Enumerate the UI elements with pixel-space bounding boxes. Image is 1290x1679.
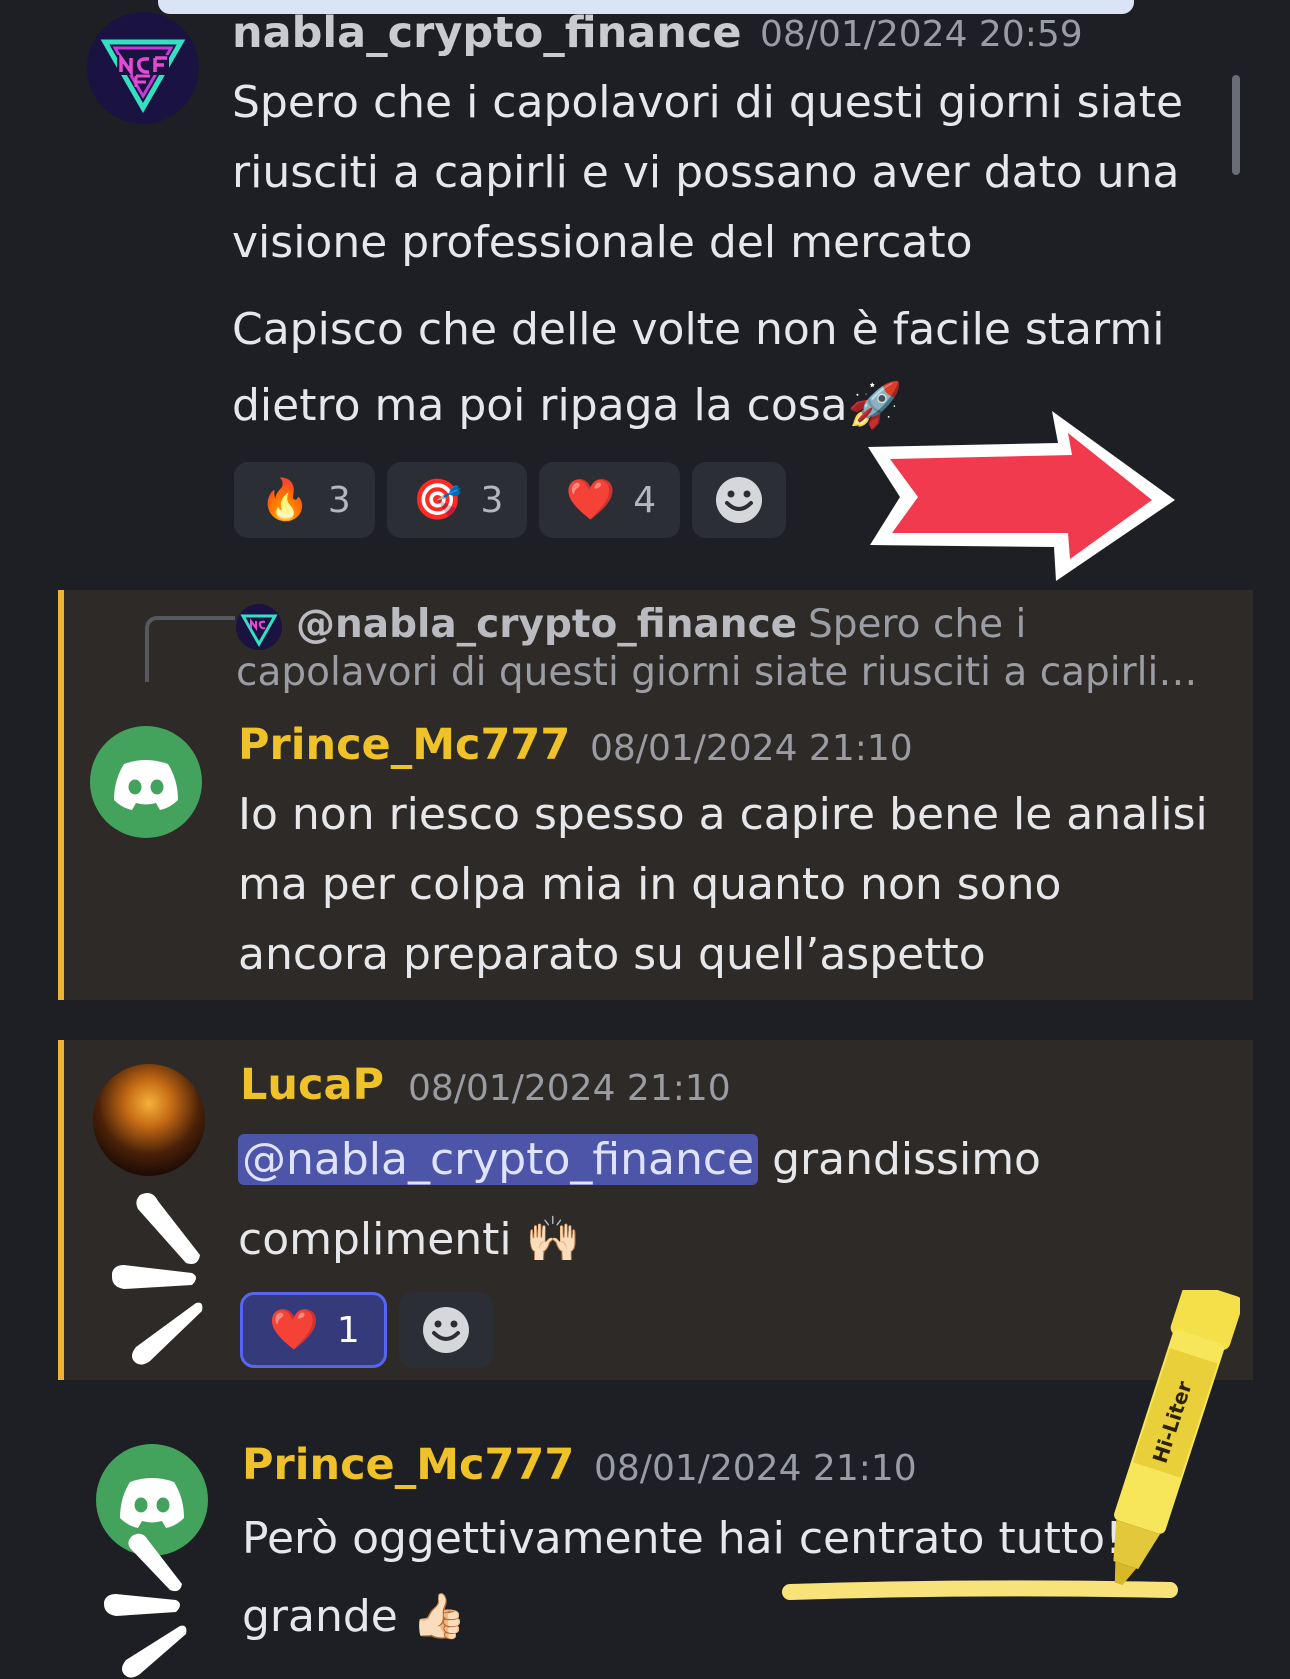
reaction-target[interactable]: 🎯 3 [386, 462, 528, 538]
reply-preview-2[interactable]: capolavori di questi giorni siate riusci… [236, 650, 1197, 695]
message-text: Spero che i capolavori di questi giorni … [232, 68, 1183, 278]
message-nabla-1: nabla_crypto_finance 08/01/2024 20:59 Sp… [0, 0, 1290, 581]
reply-avatar [236, 604, 282, 650]
reaction-fire[interactable]: 🔥 3 [234, 462, 375, 538]
fire-icon: 🔥 [260, 477, 310, 523]
reactions-row: ❤️ 1 [240, 1292, 493, 1368]
reaction-count: 3 [480, 479, 504, 521]
message-line: Spero che i capolavori di questi giorni … [232, 77, 1184, 128]
message-line: ma per colpa mia in quanto non sono [238, 859, 1062, 910]
target-icon: 🎯 [412, 477, 463, 523]
sparkle-lines-sticker [112, 1193, 203, 1365]
reaction-heart-selected[interactable]: ❤️ 1 [240, 1292, 387, 1368]
add-reaction-button[interactable] [398, 1292, 493, 1368]
message-line: complimenti 🙌🏻 [238, 1214, 581, 1265]
add-reaction-button[interactable] [692, 462, 787, 538]
author-name[interactable]: Prince_Mc777 [238, 720, 570, 770]
timestamp: 08/01/2024 21:10 [408, 1068, 731, 1109]
sparkle-lines-sticker [104, 1533, 187, 1678]
avatar-prince[interactable] [90, 726, 202, 838]
message-line: ancora preparato su quell’aspetto [238, 929, 986, 980]
author-name[interactable]: LucaP [240, 1060, 384, 1110]
reactions-row: 🔥 3 🎯 3 ❤️ 4 [234, 462, 787, 538]
message-prince-reply: @nabla_crypto_finance Spero che i capola… [58, 590, 1253, 1000]
discord-logo-icon [114, 760, 178, 810]
reaction-count: 3 [327, 479, 351, 521]
message-text: @nabla_crypto_finance grandissimo compli… [238, 1120, 1041, 1280]
author-name[interactable]: Prince_Mc777 [242, 1440, 574, 1490]
reply-author[interactable]: @nabla_crypto_finance [296, 602, 797, 647]
message-line: @nabla_crypto_finance grandissimo [238, 1120, 1041, 1200]
reaction-count: 4 [633, 479, 657, 521]
ncf-logo [87, 12, 199, 124]
message-text: Io non riesco spesso a capire bene le an… [238, 780, 1208, 990]
mention-highlight-bar [58, 590, 64, 1000]
heart-icon: ❤️ [565, 477, 616, 523]
smiley-add-reaction-icon [716, 477, 763, 523]
message-line: Capisco che delle volte non è facile sta… [232, 304, 1165, 355]
mention-nabla[interactable]: @nabla_crypto_finance [238, 1134, 759, 1185]
reply-preview-1[interactable]: Spero che i [808, 602, 1026, 647]
message-line: Io non riesco spesso a capire bene le an… [238, 789, 1208, 840]
highlighter-sticker: Hi-Liter [782, 1290, 1240, 1600]
ncf-logo [236, 604, 282, 650]
reaction-heart[interactable]: ❤️ 4 [539, 462, 681, 538]
message-line: riusciti a capirli e vi possano aver dat… [232, 147, 1180, 198]
timestamp: 08/01/2024 20:59 [760, 14, 1083, 55]
heart-icon: ❤️ [269, 1307, 319, 1353]
smiley-add-reaction-icon [422, 1307, 469, 1353]
avatar-lucap[interactable] [93, 1064, 205, 1176]
message-fragment: grandissimo [758, 1134, 1041, 1185]
timestamp: 08/01/2024 21:10 [590, 728, 913, 769]
avatar-nabla[interactable] [87, 12, 199, 124]
mention-highlight-bar [58, 1040, 64, 1380]
reaction-count: 1 [336, 1309, 360, 1351]
author-name[interactable]: nabla_crypto_finance [232, 8, 742, 58]
red-arrow-sticker [868, 411, 1175, 581]
message-line: visione professionale del mercato [232, 217, 973, 268]
reply-connector [145, 616, 235, 682]
